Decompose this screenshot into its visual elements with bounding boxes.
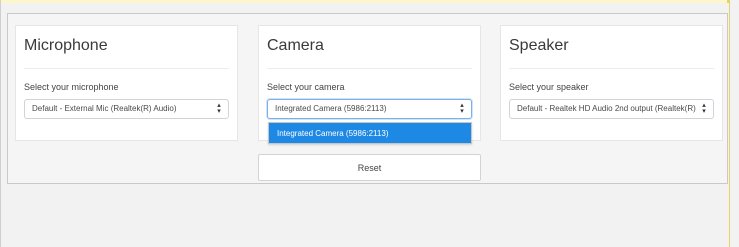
speaker-selected-value: Default - Realtek HD Audio 2nd output (R… <box>517 104 697 113</box>
up-down-caret-icon: ▴ ▾ <box>217 102 221 115</box>
microphone-title: Microphone <box>24 37 108 54</box>
microphone-label: Select your microphone <box>24 82 119 92</box>
card-divider <box>267 68 472 69</box>
notice-bar <box>0 0 729 3</box>
microphone-selected-value: Default - External Mic (Realtek(R) Audio… <box>32 104 177 113</box>
reset-button[interactable]: Reset <box>258 154 481 181</box>
camera-option-label: Integrated Camera (5986:2113) <box>277 129 389 138</box>
camera-option-integrated[interactable]: Integrated Camera (5986:2113) <box>269 123 471 143</box>
camera-select[interactable]: Integrated Camera (5986:2113) ▴ ▾ <box>267 99 472 119</box>
speaker-label: Select your speaker <box>509 82 589 92</box>
speaker-select[interactable]: Default - Realtek HD Audio 2nd output (R… <box>509 99 714 119</box>
speaker-card: Speaker Select your speaker Default - Re… <box>500 25 723 141</box>
camera-label: Select your camera <box>267 82 345 92</box>
up-down-caret-icon: ▴ ▾ <box>460 102 464 115</box>
window-left-edge <box>0 0 1 247</box>
card-divider <box>24 68 229 69</box>
up-down-caret-icon: ▴ ▾ <box>702 102 706 115</box>
camera-selected-value: Integrated Camera (5986:2113) <box>275 104 387 113</box>
camera-dropdown-list: Integrated Camera (5986:2113) <box>268 122 472 144</box>
window-right-edge <box>729 0 730 247</box>
card-divider <box>509 68 714 69</box>
reset-button-label: Reset <box>357 163 382 173</box>
speaker-title: Speaker <box>509 37 569 54</box>
microphone-select[interactable]: Default - External Mic (Realtek(R) Audio… <box>24 99 229 119</box>
microphone-card: Microphone Select your microphone Defaul… <box>15 25 238 141</box>
camera-title: Camera <box>267 37 324 54</box>
